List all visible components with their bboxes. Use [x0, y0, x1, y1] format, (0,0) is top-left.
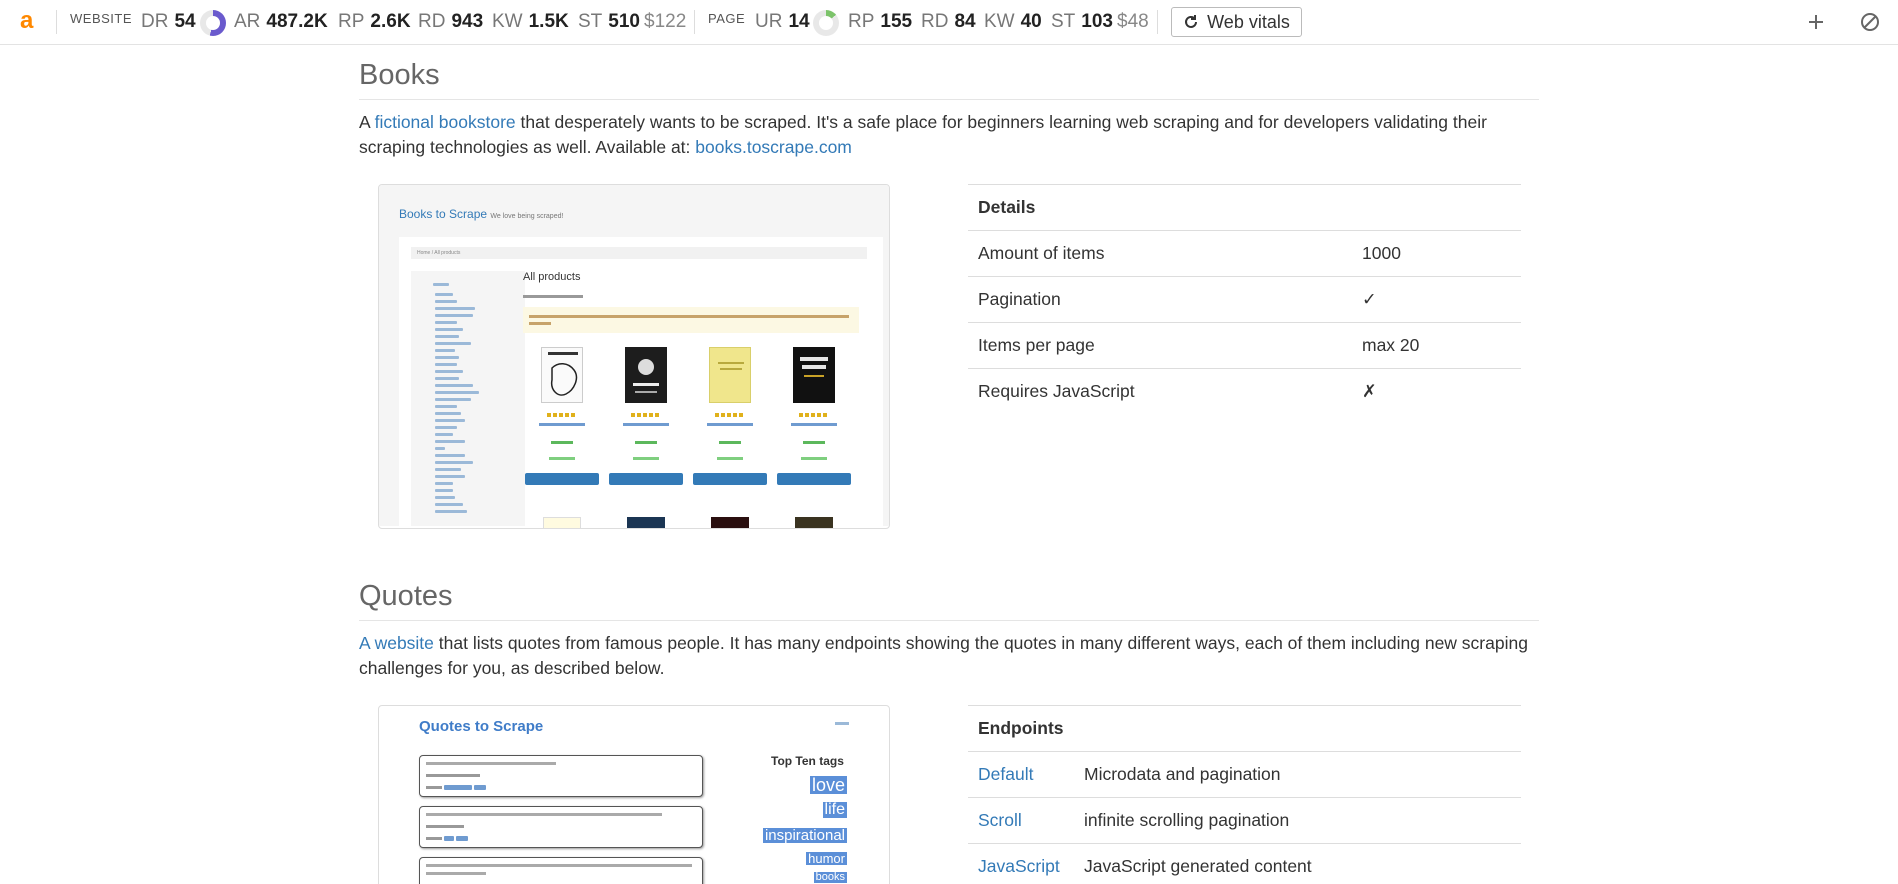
- endpoint-link[interactable]: JavaScript: [978, 856, 1084, 877]
- preview-quote-card: [419, 755, 703, 797]
- preview-sidebar: [411, 271, 525, 526]
- page-section-label: PAGE: [708, 11, 746, 26]
- quotes-website-link[interactable]: A website: [359, 633, 434, 653]
- ahrefs-logo[interactable]: a: [20, 9, 38, 33]
- plus-icon[interactable]: [1804, 10, 1828, 34]
- preview-tag: life: [822, 801, 847, 818]
- metric-page-st[interactable]: ST 103: [1051, 10, 1113, 34]
- quotes-endpoints-table: Endpoints Default Microdata and paginatio…: [968, 705, 1521, 884]
- preview-brand: Books to Scrape We love being scraped!: [399, 207, 564, 221]
- dr-ring-icon: [200, 10, 226, 36]
- preview-login: [835, 722, 849, 725]
- ur-ring-icon: [813, 10, 839, 36]
- preview-brand: Quotes to Scrape: [419, 718, 544, 735]
- website-section-label: WEBSITE: [70, 11, 133, 26]
- quotes-preview-image[interactable]: Quotes to Scrape Top Ten tags love life …: [378, 705, 890, 884]
- table-row: JavaScript JavaScript generated content: [968, 843, 1521, 884]
- preview-page: Home / All products All products: [399, 237, 883, 528]
- books-details-table: Details Amount of items 1000 Pagination ✓ …: [968, 184, 1521, 414]
- metric-website-ar[interactable]: AR 487.2K: [234, 10, 328, 34]
- metric-website-st[interactable]: ST 510: [578, 10, 640, 34]
- details-header: Details: [968, 184, 1521, 230]
- refresh-icon: [1185, 15, 1198, 28]
- preview-results-line: [523, 295, 583, 298]
- preview-quote-card: [419, 806, 703, 848]
- metric-page-kw[interactable]: KW 40: [984, 10, 1042, 34]
- preview-heading: All products: [523, 271, 581, 283]
- divider: [56, 10, 57, 34]
- books-site-link[interactable]: books.toscrape.com: [695, 137, 852, 157]
- preview-breadcrumb: Home / All products: [411, 247, 867, 259]
- table-row: Default Microdata and pagination: [968, 751, 1521, 797]
- metric-website-kw[interactable]: KW 1.5K: [492, 10, 569, 34]
- books-preview-image[interactable]: Books to Scrape We love being scraped! H…: [378, 184, 890, 529]
- disable-icon[interactable]: [1858, 10, 1882, 34]
- web-vitals-button[interactable]: Web vitals: [1171, 7, 1302, 37]
- divider: [694, 10, 695, 34]
- preview-top-tags-heading: Top Ten tags: [771, 754, 844, 768]
- endpoint-link[interactable]: Default: [978, 764, 1084, 785]
- preview-tag: love: [809, 775, 847, 795]
- table-row: Pagination ✓: [968, 276, 1521, 322]
- fictional-bookstore-link[interactable]: fictional bookstore: [375, 112, 516, 132]
- table-row: Scroll infinite scrolling pagination: [968, 797, 1521, 843]
- divider: [1157, 10, 1158, 34]
- metric-website-rd[interactable]: RD 943: [418, 10, 483, 34]
- books-description: A fictional bookstore that desperately w…: [359, 112, 1487, 157]
- website-price: $122: [644, 11, 687, 32]
- endpoints-header: Endpoints: [968, 705, 1521, 751]
- metric-website-dr[interactable]: DR 54: [141, 10, 196, 34]
- seo-toolbar: a WEBSITE DR 54 AR 487.2K RP 2.6K RD 943 KW 1…: [0, 0, 1898, 45]
- quotes-description: A website that lists quotes from famous …: [359, 633, 1528, 678]
- web-vitals-label: Web vitals: [1207, 11, 1290, 32]
- metric-website-rp[interactable]: RP 2.6K: [338, 10, 411, 34]
- preview-warning: [523, 307, 859, 333]
- preview-tag: humor: [806, 851, 847, 866]
- endpoint-link[interactable]: Scroll: [978, 810, 1084, 831]
- table-row: Items per page max 20: [968, 322, 1521, 368]
- metric-page-ur[interactable]: UR 14: [755, 10, 810, 34]
- metric-page-rd[interactable]: RD 84: [921, 10, 976, 34]
- metric-page-rp[interactable]: RP 155: [848, 10, 912, 34]
- quotes-heading: Quotes: [359, 578, 1539, 621]
- preview-tag: inspirational: [762, 827, 847, 844]
- page-price: $48: [1117, 11, 1149, 32]
- preview-quote-card: [419, 857, 703, 884]
- books-heading: Books: [359, 57, 1539, 100]
- table-row: Amount of items 1000: [968, 230, 1521, 276]
- preview-tag: books: [813, 871, 847, 883]
- table-row: Requires JavaScript ✗: [968, 368, 1521, 414]
